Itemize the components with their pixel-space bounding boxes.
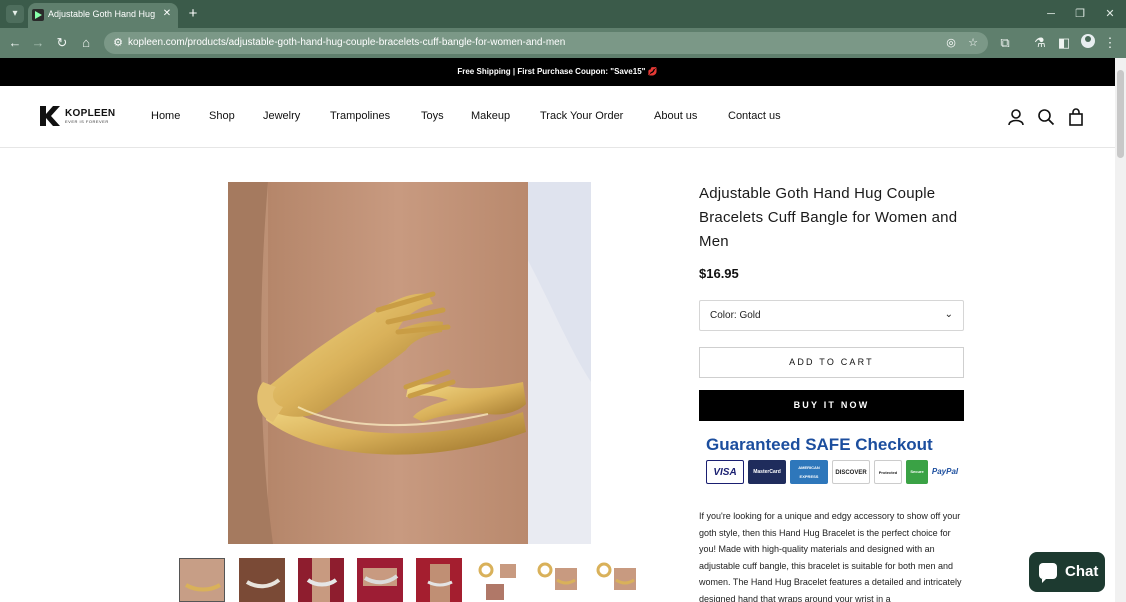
- thumbnail-2[interactable]: [239, 558, 285, 602]
- safe-checkout-title: Guaranteed SAFE Checkout: [706, 435, 933, 454]
- profile-avatar-icon[interactable]: [1081, 34, 1095, 48]
- account-icon[interactable]: [1007, 108, 1025, 126]
- address-bar[interactable]: ⚙ kopleen.com/products/adjustable-goth-h…: [104, 32, 988, 54]
- site-header: KOPLEEN EVER IS FOREVER Home Shop Jewelr…: [0, 86, 1115, 148]
- announcement-bar: Free Shipping | First Purchase Coupon: "…: [0, 58, 1115, 86]
- nav-contact-us[interactable]: Contact us: [728, 110, 781, 122]
- nav-trampolines[interactable]: Trampolines: [330, 110, 390, 122]
- menu-kebab-icon[interactable]: ⋮: [1101, 34, 1119, 52]
- lab-flask-icon[interactable]: ⚗: [1031, 34, 1049, 52]
- safe-checkout-badge: Guaranteed SAFE Checkout VISA MasterCard…: [699, 432, 964, 492]
- thumbnail-8[interactable]: [594, 558, 640, 602]
- thumbnail-4[interactable]: [357, 558, 403, 602]
- color-variant-select[interactable]: Color: Gold ⌄: [699, 300, 964, 331]
- browser-tab-strip: ▾ Adjustable Goth Hand Hug Co... ✕ + ─ ❐…: [0, 0, 1126, 28]
- variant-selected-value: Color: Gold: [710, 310, 761, 321]
- product-price: $16.95: [699, 266, 739, 281]
- side-panel-icon[interactable]: ◧: [1055, 34, 1073, 52]
- tab-search-dropdown-icon[interactable]: ▾: [6, 5, 24, 23]
- reload-icon[interactable]: ↻: [53, 34, 71, 52]
- tab-title: Adjustable Goth Hand Hug Co...: [48, 9, 158, 19]
- back-arrow-icon[interactable]: ←: [6, 34, 24, 52]
- thumbnail-3[interactable]: [298, 558, 344, 602]
- scrollbar-thumb[interactable]: [1117, 70, 1124, 158]
- paypal-icon: PayPal: [930, 460, 960, 484]
- browser-tab-active[interactable]: Adjustable Goth Hand Hug Co... ✕: [28, 3, 178, 28]
- nav-toys[interactable]: Toys: [421, 110, 444, 122]
- logo-wordmark: KOPLEEN: [65, 108, 116, 119]
- protected-lock-icon: Protected: [874, 460, 902, 484]
- nav-makeup[interactable]: Makeup: [471, 110, 510, 122]
- product-main-image[interactable]: [228, 182, 591, 544]
- product-description: If you're looking for a unique and edgy …: [699, 511, 962, 602]
- browser-toolbar: ← → ↻ ⌂ ⚙ kopleen.com/products/adjustabl…: [0, 28, 1126, 58]
- thumbnail-5[interactable]: [416, 558, 462, 602]
- web-page: Free Shipping | First Purchase Coupon: "…: [0, 58, 1115, 602]
- product-title: Adjustable Goth Hand Hug Couple Bracelet…: [699, 185, 958, 250]
- nav-track-order[interactable]: Track Your Order: [540, 110, 623, 122]
- extensions-icon[interactable]: ⧉: [996, 34, 1014, 52]
- bracelet-photo: [228, 182, 591, 544]
- amex-card-icon: AMERICAN EXPRESS: [790, 460, 828, 484]
- cart-bag-icon[interactable]: [1067, 108, 1085, 126]
- restore-window-icon[interactable]: ❐: [1071, 5, 1089, 23]
- site-info-icon[interactable]: ⚙: [110, 35, 126, 51]
- thumbnail-1[interactable]: [179, 558, 225, 602]
- minimize-window-icon[interactable]: ─: [1042, 5, 1060, 23]
- chevron-down-icon: ⌄: [944, 309, 953, 320]
- bookmark-star-icon[interactable]: ☆: [965, 35, 981, 51]
- close-window-icon[interactable]: ✕: [1101, 5, 1119, 23]
- new-tab-button[interactable]: +: [184, 5, 202, 23]
- kopleen-logo-icon: [40, 106, 60, 126]
- page-scrollbar[interactable]: [1115, 58, 1126, 602]
- search-icon[interactable]: [1037, 108, 1055, 126]
- chat-label: Chat: [1065, 563, 1099, 580]
- nav-jewelry[interactable]: Jewelry: [263, 110, 300, 122]
- eye-off-icon[interactable]: ◎: [943, 35, 959, 51]
- visa-card-icon: VISA: [706, 460, 744, 484]
- logo-tagline: EVER IS FOREVER: [65, 119, 109, 124]
- secure-shield-icon: Secure: [906, 460, 928, 484]
- discover-card-icon: DISCOVER: [832, 460, 870, 484]
- chat-button[interactable]: Chat: [1029, 552, 1105, 592]
- thumbnail-6[interactable]: [476, 558, 522, 602]
- forward-arrow-icon[interactable]: →: [29, 34, 47, 52]
- chat-bubble-icon: [1039, 563, 1057, 583]
- tab-close-icon[interactable]: ✕: [160, 7, 174, 21]
- site-logo[interactable]: KOPLEEN EVER IS FOREVER: [40, 106, 120, 126]
- thumbnail-strip: [179, 558, 644, 602]
- mastercard-icon: MasterCard: [748, 460, 786, 484]
- nav-home[interactable]: Home: [151, 110, 180, 122]
- nav-about-us[interactable]: About us: [654, 110, 697, 122]
- home-icon[interactable]: ⌂: [77, 34, 95, 52]
- add-to-cart-button[interactable]: ADD TO CART: [699, 347, 964, 378]
- thumbnail-7[interactable]: [535, 558, 581, 602]
- buy-now-button[interactable]: BUY IT NOW: [699, 390, 964, 421]
- url-text[interactable]: kopleen.com/products/adjustable-goth-han…: [128, 37, 565, 48]
- nav-shop[interactable]: Shop: [209, 110, 235, 122]
- tab-favicon-icon: [32, 9, 44, 21]
